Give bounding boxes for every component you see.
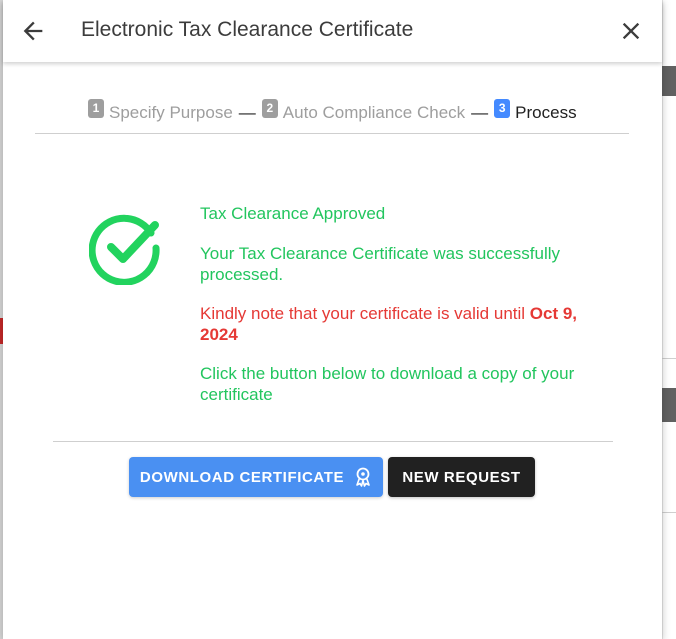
stepper: 1 Specify Purpose — 2 Auto Compliance Ch…: [88, 98, 577, 126]
step-label: Process: [515, 103, 577, 122]
download-certificate-button[interactable]: DOWNLOAD CERTIFICATE: [129, 457, 383, 497]
validity-prefix: Kindly note that your certificate is val…: [200, 304, 530, 323]
step-auto-compliance-check: 2 Auto Compliance Check: [261, 98, 466, 123]
background-right-header: [662, 66, 676, 96]
step-process: 3 Process: [494, 98, 577, 123]
step-number: 1: [88, 98, 104, 118]
download-certificate-label: DOWNLOAD CERTIFICATE: [139, 468, 345, 486]
background-right-divider: [662, 358, 676, 359]
stepper-divider: [35, 133, 629, 134]
background-right-divider-2: [662, 512, 676, 513]
modal-header: Electronic Tax Clearance Certificate: [3, 0, 662, 62]
check-circle-icon: [89, 214, 160, 285]
result-message: Your Tax Clearance Certificate was succe…: [200, 244, 560, 284]
new-request-button[interactable]: NEW REQUEST: [388, 457, 535, 497]
step-number: 2: [261, 98, 278, 118]
arrow-left-icon: [23, 21, 43, 41]
step-label: Specify Purpose: [109, 103, 233, 122]
award-icon: [356, 467, 370, 487]
close-button[interactable]: [617, 17, 645, 45]
step-separator: —: [471, 103, 489, 122]
background-right-header-2: [662, 388, 676, 422]
step-specify-purpose: 1 Specify Purpose: [88, 98, 233, 123]
content-divider: [53, 441, 613, 442]
result-content: Tax Clearance Approved Your Tax Clearanc…: [200, 203, 610, 405]
tax-clearance-modal: Electronic Tax Clearance Certificate 1 S…: [3, 0, 662, 639]
step-separator: —: [238, 103, 256, 122]
modal-title: Electronic Tax Clearance Certificate: [81, 18, 414, 41]
step-number: 3: [494, 98, 511, 118]
validity-note: Kindly note that your certificate is val…: [200, 303, 610, 345]
back-button[interactable]: [19, 17, 47, 45]
download-hint: Click the button below to download a cop…: [200, 364, 575, 404]
close-icon: [622, 22, 640, 40]
step-label: Auto Compliance Check: [282, 103, 466, 122]
result-title: Tax Clearance Approved: [200, 204, 386, 223]
